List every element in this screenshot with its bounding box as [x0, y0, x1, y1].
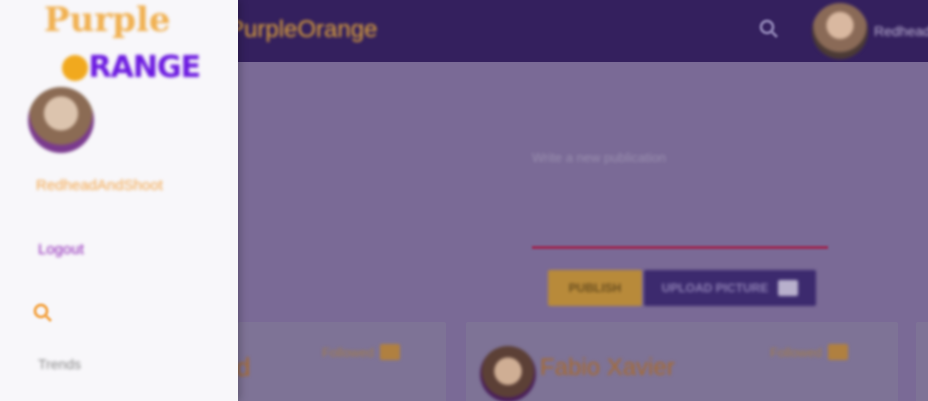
logo-text-orange: ORANGE	[64, 50, 202, 85]
follow-label: Followed	[770, 344, 823, 360]
logo-text-purple: Purple	[44, 0, 171, 40]
logo-text-orange-rest: RANGE	[88, 50, 202, 85]
navigation-drawer: Purple ORANGE RedheadAndShoot Logout Tre…	[0, 0, 238, 401]
avatar[interactable]	[812, 3, 868, 59]
follow-status[interactable]: Followed	[770, 344, 849, 360]
trends-link[interactable]: Trends	[38, 356, 81, 372]
upload-picture-button[interactable]: UPLOAD PICTURE	[644, 270, 816, 306]
follow-label: Followed	[322, 344, 375, 360]
header-username[interactable]: Redhead	[874, 23, 928, 39]
input-underline	[532, 246, 828, 249]
app-title: PurpleOrange	[228, 16, 378, 43]
avatar[interactable]	[28, 87, 94, 153]
avatar[interactable]	[480, 346, 536, 401]
user-card	[916, 322, 928, 401]
drawer-username[interactable]: RedheadAndShoot	[36, 177, 163, 194]
upload-picture-label: UPLOAD PICTURE	[661, 281, 769, 295]
image-icon	[778, 280, 799, 296]
follow-status[interactable]: Followed	[322, 344, 401, 360]
publish-button[interactable]: PUBLISH	[548, 270, 642, 306]
followed-icon	[828, 344, 849, 360]
app-logo[interactable]: Purple ORANGE	[42, 0, 202, 90]
search-icon[interactable]	[756, 16, 782, 42]
user-card: Followed	[238, 322, 446, 401]
card-name: d	[236, 352, 251, 382]
publication-input[interactable]: Write a new publication	[532, 150, 666, 165]
logout-link[interactable]: Logout	[38, 241, 84, 258]
search-icon[interactable]	[30, 300, 56, 326]
followed-icon	[380, 344, 401, 360]
card-name[interactable]: Fabio Xavier	[540, 354, 675, 382]
